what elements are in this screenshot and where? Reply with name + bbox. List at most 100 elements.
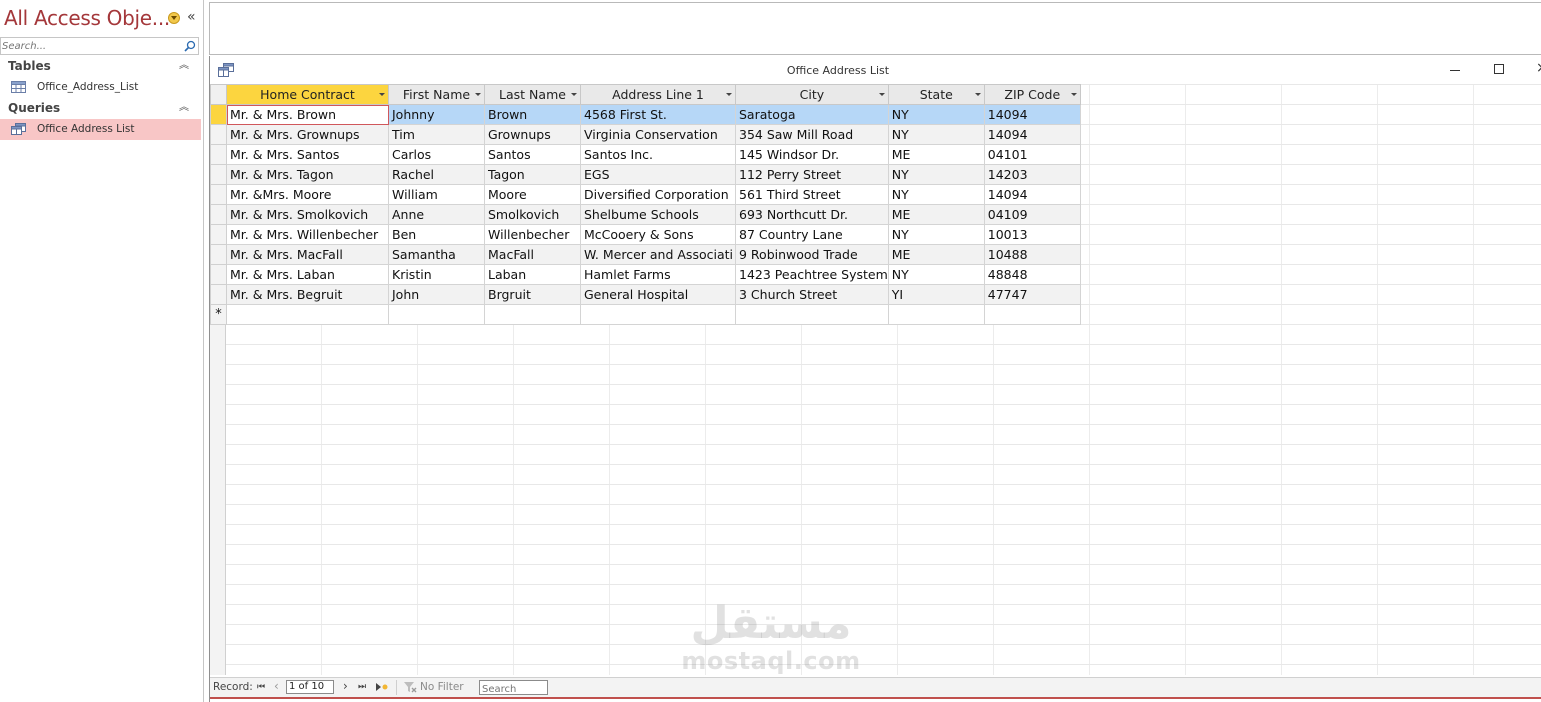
cell-city[interactable]: 3 Church Street (735, 284, 889, 305)
new-record-row[interactable]: * (210, 304, 1081, 325)
cell-zip-code[interactable]: 14094 (983, 104, 1081, 125)
cell-city[interactable]: 354 Saw Mill Road (735, 124, 889, 145)
cell-address-line-1[interactable]: McCooery & Sons (580, 224, 736, 245)
record-search-box[interactable] (479, 680, 548, 696)
last-record-button[interactable]: ⏭ (358, 681, 366, 693)
cell-home-contract[interactable]: Mr. & Mrs. Santos (226, 144, 389, 165)
table-row[interactable]: Mr. & Mrs. MacFall Samantha MacFall W. Merc… (210, 244, 1081, 265)
cell-zip-code[interactable]: 47747 (983, 284, 1081, 305)
cell-zip-code[interactable]: 14094 (983, 124, 1081, 145)
cell-last-name[interactable]: Santos (484, 144, 581, 165)
record-selector[interactable] (210, 264, 227, 285)
cell-home-contract[interactable]: Mr. &Mrs. Moore (226, 184, 389, 205)
nav-group-queries[interactable]: Queries ︽ (0, 100, 199, 118)
cell-address-line-1[interactable]: Shelbume Schools (580, 204, 736, 225)
cell-address-line-1[interactable]: Hamlet Farms (580, 264, 736, 285)
cell-address-line-1[interactable]: EGS (580, 164, 736, 185)
table-row[interactable]: Mr. & Mrs. Smolkovich Anne Smolkovich Shelb… (210, 204, 1081, 225)
current-record-box[interactable]: 1 of 10 (286, 680, 334, 694)
column-header-last-name[interactable]: Last Name (484, 84, 581, 105)
nav-item-office-address-list-query[interactable]: Office Address List (0, 119, 201, 140)
record-selector[interactable] (210, 244, 227, 265)
cell-home-contract[interactable]: Mr. & Mrs. Smolkovich (226, 204, 389, 225)
cell-address-line-1[interactable]: W. Mercer and Associati (580, 244, 736, 265)
nav-search-box[interactable] (0, 37, 199, 55)
cell-address-line-1[interactable]: Virginia Conservation (580, 124, 736, 145)
document-titlebar[interactable]: Office Address List × (210, 56, 1541, 85)
first-record-button[interactable]: ⏮ (257, 681, 265, 693)
table-row[interactable]: Mr. & Mrs. Tagon Rachel Tagon EGS 112 Perry … (210, 164, 1081, 185)
cell-state[interactable]: NY (887, 104, 985, 125)
record-selector[interactable] (210, 224, 227, 245)
cell-state[interactable] (887, 304, 985, 325)
column-dropdown-icon[interactable] (475, 93, 481, 96)
column-dropdown-icon[interactable] (1070, 93, 1077, 96)
cell-city[interactable]: 693 Northcutt Dr. (735, 204, 889, 225)
no-filter-icon[interactable] (403, 681, 417, 693)
cell-last-name[interactable]: Willenbecher (484, 224, 581, 245)
cell-first-name[interactable]: Rachel (388, 164, 485, 185)
cell-first-name[interactable] (388, 304, 485, 325)
cell-city[interactable] (735, 304, 889, 325)
cell-home-contract[interactable]: Mr. & Mrs. Grownups (226, 124, 389, 145)
cell-state[interactable]: NY (887, 184, 985, 205)
column-dropdown-icon[interactable] (878, 93, 885, 96)
cell-address-line-1[interactable]: Diversified Corporation (580, 184, 736, 205)
cell-first-name[interactable]: Tim (388, 124, 485, 145)
cell-address-line-1[interactable]: Santos Inc. (580, 144, 736, 165)
cell-state[interactable]: YI (887, 284, 985, 305)
table-row[interactable]: Mr. & Mrs. Begruit John Brgruit General Hos… (210, 284, 1081, 305)
cell-city[interactable]: 1423 Peachtree System (735, 264, 889, 285)
table-row[interactable]: Mr. & Mrs. Willenbecher Ben Willenbecher Mc… (210, 224, 1081, 245)
cell-home-contract[interactable] (226, 304, 389, 325)
cell-home-contract[interactable]: Mr. & Mrs. MacFall (226, 244, 389, 265)
cell-address-line-1[interactable]: General Hospital (580, 284, 736, 305)
cell-first-name[interactable]: Carlos (388, 144, 485, 165)
record-selector[interactable] (210, 104, 227, 125)
cell-state[interactable]: ME (887, 244, 985, 265)
column-header-address-line-1[interactable]: Address Line 1 (580, 84, 736, 105)
record-selector[interactable] (210, 164, 227, 185)
chevron-down-icon[interactable] (168, 12, 180, 24)
table-row[interactable]: Mr. &Mrs. Moore William Moore Diversified C… (210, 184, 1081, 205)
cell-zip-code[interactable]: 14094 (983, 184, 1081, 205)
column-header-first-name[interactable]: First Name (388, 84, 485, 105)
record-selector[interactable] (210, 284, 227, 305)
cell-last-name[interactable]: Brgruit (484, 284, 581, 305)
nav-pane-title[interactable]: All Access Obje... (4, 6, 170, 30)
cell-zip-code[interactable]: 14203 (983, 164, 1081, 185)
nav-group-tables[interactable]: Tables ︽ (0, 58, 199, 76)
cell-home-contract[interactable]: Mr. & Mrs. Tagon (226, 164, 389, 185)
cell-home-contract[interactable]: Mr. & Mrs. Willenbecher (226, 224, 389, 245)
table-row[interactable]: Mr. & Mrs. Laban Kristin Laban Hamlet Farms… (210, 264, 1081, 285)
column-header-zip-code[interactable]: ZIP Code (983, 84, 1081, 105)
minimize-button[interactable] (1448, 62, 1462, 76)
cell-address-line-1[interactable] (580, 304, 736, 325)
cell-first-name[interactable]: Kristin (388, 264, 485, 285)
maximize-button[interactable] (1494, 64, 1504, 74)
table-row[interactable]: Mr. & Mrs. Grownups Tim Grownups Virginia C… (210, 124, 1081, 145)
cell-city[interactable]: 87 Country Lane (735, 224, 889, 245)
next-record-button[interactable]: › (343, 680, 348, 692)
cell-city[interactable]: 561 Third Street (735, 184, 889, 205)
collapse-group-icon[interactable]: ︽ (179, 59, 189, 73)
cell-first-name[interactable]: Anne (388, 204, 485, 225)
cell-first-name[interactable]: Johnny (388, 104, 485, 125)
cell-zip-code[interactable]: 10488 (983, 244, 1081, 265)
cell-state[interactable]: ME (887, 144, 985, 165)
cell-first-name[interactable]: William (388, 184, 485, 205)
previous-record-button[interactable]: ‹ (274, 680, 279, 692)
cell-last-name[interactable]: Moore (484, 184, 581, 205)
column-header-home-contract[interactable]: Home Contract (226, 84, 389, 105)
record-search-input[interactable] (480, 683, 546, 696)
column-dropdown-icon[interactable] (571, 93, 577, 96)
record-selector[interactable] (210, 184, 227, 205)
nav-item-office-address-list-table[interactable]: Office_Address_List (0, 77, 201, 98)
cell-last-name[interactable]: MacFall (484, 244, 581, 265)
cell-last-name[interactable]: Tagon (484, 164, 581, 185)
cell-first-name[interactable]: Samantha (388, 244, 485, 265)
record-selector[interactable] (210, 204, 227, 225)
close-button[interactable]: × (1536, 60, 1541, 76)
cell-zip-code[interactable]: 04109 (983, 204, 1081, 225)
cell-city[interactable]: Saratoga (735, 104, 889, 125)
